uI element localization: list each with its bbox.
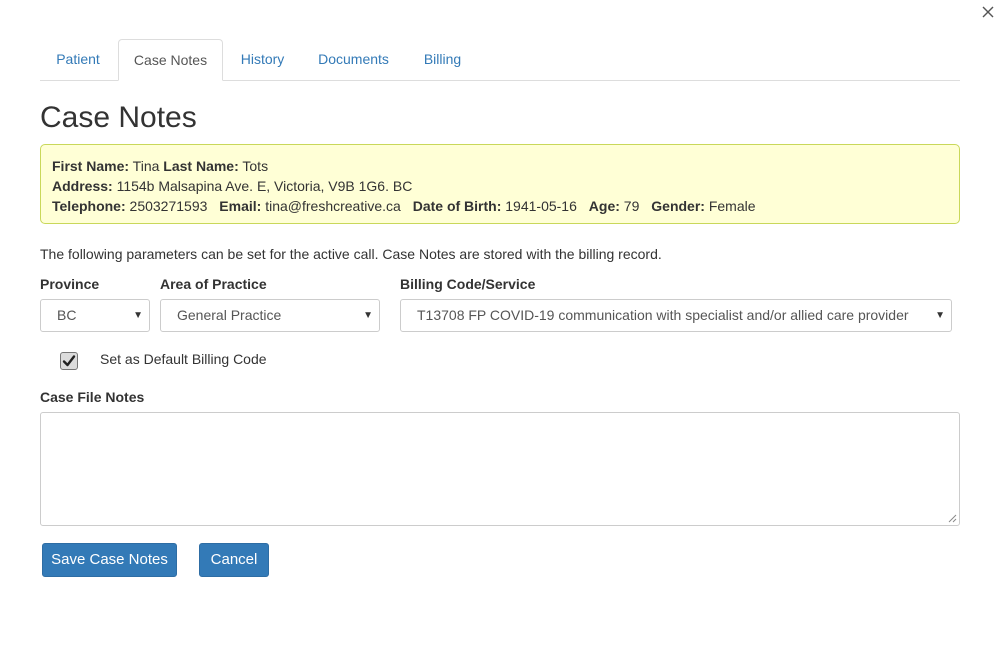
province-select-value: BC: [57, 307, 77, 323]
patient-contact-line: Telephone: 2503271593 Email: tina@freshc…: [52, 196, 959, 216]
billing-code-select[interactable]: T13708 FP COVID-19 communication with sp…: [400, 299, 952, 332]
tab-case-notes[interactable]: Case Notes: [118, 39, 223, 81]
area-of-practice-label: Area of Practice: [160, 276, 267, 292]
dob-value: 1941-05-16: [505, 198, 577, 214]
page-title: Case Notes: [40, 101, 197, 134]
case-file-notes-textarea[interactable]: [40, 412, 960, 526]
billing-code-select-value: T13708 FP COVID-19 communication with sp…: [417, 307, 909, 323]
tab-bar: Patient Case Notes History Documents Bil…: [40, 39, 960, 81]
patient-name-line: First Name: Tina Last Name: Tots: [52, 156, 959, 176]
close-icon: [982, 6, 994, 18]
last-name-label: Last Name:: [163, 158, 239, 174]
gender-label: Gender:: [651, 198, 705, 214]
case-file-notes-label: Case File Notes: [40, 389, 145, 405]
tab-patient[interactable]: Patient: [40, 39, 116, 80]
gender-value: Female: [708, 198, 756, 214]
first-name-value: Tina: [132, 158, 160, 174]
area-of-practice-select-value: General Practice: [177, 307, 282, 323]
address-label: Address:: [52, 178, 113, 194]
patient-address-line: Address: 1154b Malsapina Ave. E, Victori…: [52, 176, 959, 196]
resize-grip-icon[interactable]: [948, 514, 957, 523]
close-button[interactable]: [980, 4, 996, 20]
telephone-value: 2503271593: [129, 198, 208, 214]
chevron-down-icon: ▼: [935, 310, 945, 321]
chevron-down-icon: ▼: [363, 310, 373, 321]
cancel-button[interactable]: Cancel: [199, 543, 269, 577]
tab-history[interactable]: History: [225, 39, 300, 80]
first-name-label: First Name:: [52, 158, 130, 174]
tab-billing[interactable]: Billing: [409, 39, 476, 80]
telephone-label: Telephone:: [52, 198, 126, 214]
last-name-value: Tots: [242, 158, 269, 174]
dob-label: Date of Birth:: [412, 198, 502, 214]
default-billing-checkbox[interactable]: [60, 352, 78, 370]
help-text: The following parameters can be set for …: [40, 246, 662, 262]
checkmark-icon: [62, 355, 76, 367]
billing-code-label: Billing Code/Service: [400, 276, 536, 292]
email-label: Email:: [219, 198, 262, 214]
province-select[interactable]: BC ▼: [40, 299, 150, 332]
area-of-practice-select[interactable]: General Practice ▼: [160, 299, 380, 332]
chevron-down-icon: ▼: [133, 310, 143, 321]
address-value: 1154b Malsapina Ave. E, Victoria, V9B 1G…: [116, 178, 413, 194]
age-label: Age:: [588, 198, 620, 214]
tab-documents[interactable]: Documents: [304, 39, 403, 80]
email-value: tina@freshcreative.ca: [265, 198, 401, 214]
save-case-notes-button[interactable]: Save Case Notes: [42, 543, 177, 577]
age-value: 79: [623, 198, 640, 214]
default-billing-label: Set as Default Billing Code: [100, 351, 267, 367]
patient-info-box: First Name: Tina Last Name: Tots Address…: [40, 144, 960, 224]
province-label: Province: [40, 276, 100, 292]
